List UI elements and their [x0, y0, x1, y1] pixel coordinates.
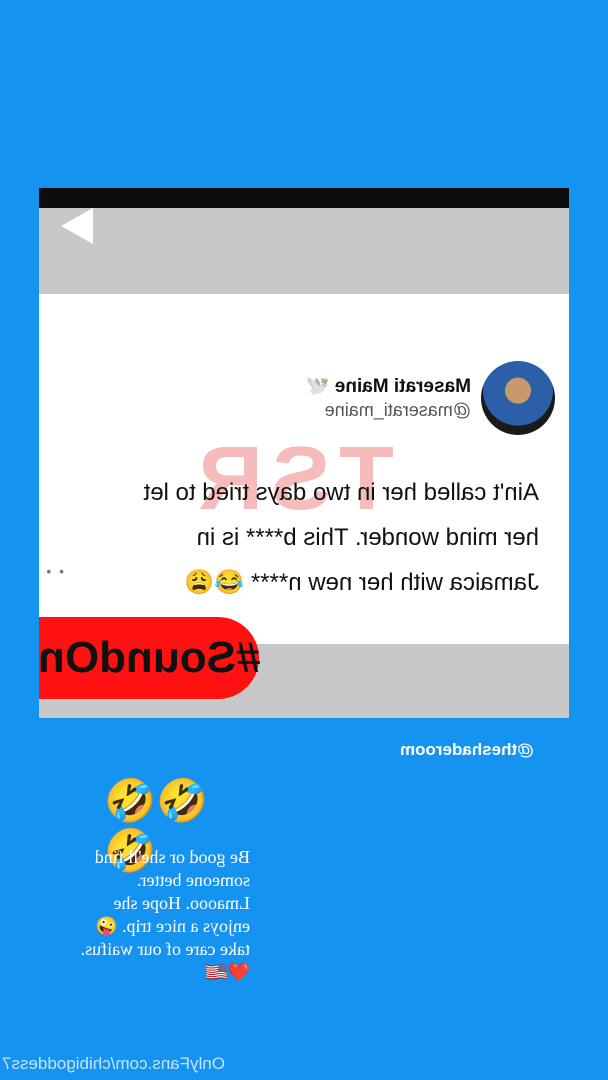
tweet-author-handle: @maserati_maine — [324, 400, 471, 420]
sound-on-label: #SoundOn — [37, 633, 261, 682]
footer-text: OnlyFans.com/chibigoddess7 — [2, 1054, 226, 1073]
tweet-line: Jamaica with her new n**** 😂😩 — [184, 569, 539, 596]
tweet-text: Ain't called her in two days tried to le… — [69, 470, 539, 605]
laughing-emoji-sticker: 🤣🤣🤣 — [104, 777, 209, 874]
source-mention-text: @theshaderoom — [400, 740, 534, 759]
caption-line: take care of our waifus. — [80, 939, 250, 959]
tweet-line: Ain't called her in two days tried to le… — [143, 479, 539, 506]
sound-on-badge: #SoundOn — [37, 617, 261, 699]
caption-line: ❤️🇺🇸 — [205, 962, 250, 982]
tweet-author-name: Maserati Maine 🕊️ — [305, 376, 471, 397]
footer-watermark: OnlyFans.com/chibigoddess7 — [2, 1054, 248, 1074]
tweet-content: Maserati Maine 🕊️ @maserati_maine TSR Ai… — [39, 188, 569, 596]
caption-line: Lmaooo. Hope she — [113, 893, 250, 913]
source-mention[interactable]: @theshaderoom — [400, 740, 560, 760]
caption-line: someone better. — [137, 870, 250, 890]
dove-icon: 🕊️ — [305, 376, 330, 397]
caption-line: Be good or she'll find — [94, 847, 250, 867]
story-caption: Be good or she'll find someone better. L… — [40, 846, 250, 984]
avatar — [481, 361, 555, 435]
tweet-line: her mind wonder. This b**** is in — [196, 524, 539, 551]
more-options-dots: • • — [44, 563, 64, 579]
caption-line: enjoys a nice trip. 🤪 — [95, 916, 250, 936]
